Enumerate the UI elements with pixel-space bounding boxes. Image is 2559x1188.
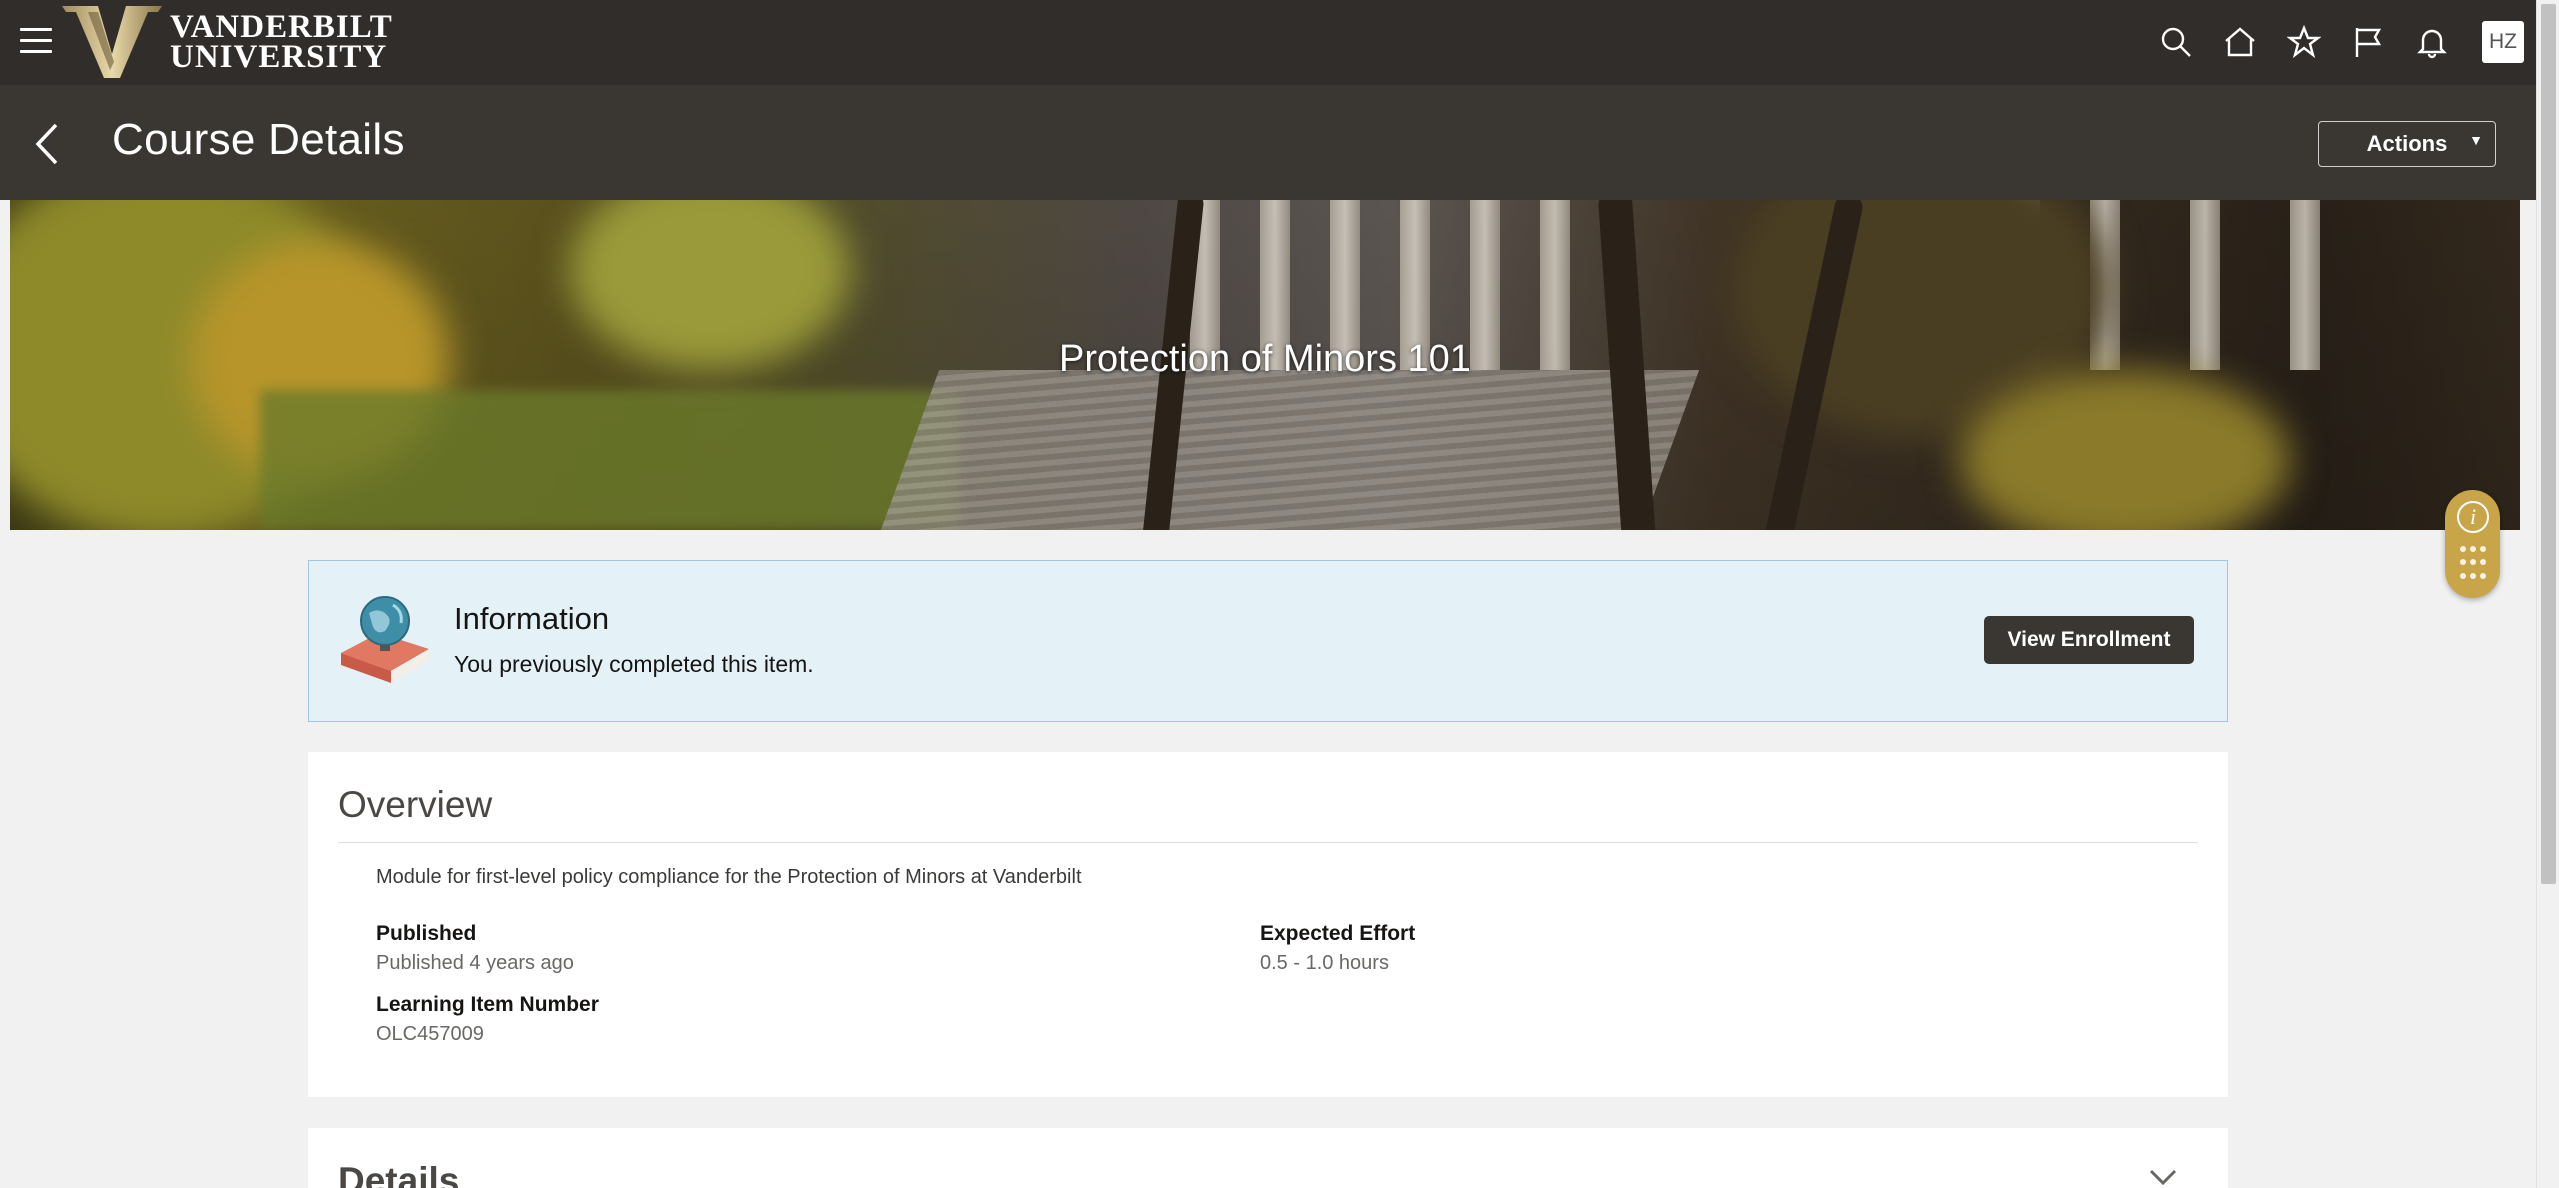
- info-icon[interactable]: i: [2457, 501, 2489, 533]
- search-icon[interactable]: [2154, 20, 2198, 64]
- details-section[interactable]: Details: [308, 1128, 2228, 1188]
- course-description: Module for first-level policy compliance…: [376, 866, 1082, 888]
- information-banner: Information You previously completed thi…: [308, 560, 2228, 722]
- view-enrollment-button[interactable]: View Enrollment: [1984, 616, 2194, 664]
- lawn-shape: [260, 390, 960, 530]
- grid-dots-icon[interactable]: [2460, 546, 2486, 582]
- user-avatar[interactable]: HZ: [2482, 21, 2524, 63]
- vanderbilt-logo[interactable]: VANDERBILT UNIVERSITY: [62, 4, 393, 80]
- expected-effort-value: 0.5 - 1.0 hours: [1260, 952, 1389, 974]
- published-value: Published 4 years ago: [376, 952, 574, 974]
- global-header: VANDERBILT UNIVERSITY HZ: [0, 0, 2536, 85]
- vanderbilt-v-icon: [62, 6, 162, 78]
- actions-label: Actions: [2366, 131, 2448, 156]
- steps-shape: [880, 370, 1700, 530]
- help-widget[interactable]: i: [2445, 490, 2500, 598]
- course-banner-image: Protection of Minors 101: [10, 200, 2520, 530]
- chevron-down-icon[interactable]: [2148, 1168, 2178, 1188]
- back-arrow-icon[interactable]: [26, 119, 66, 169]
- star-icon[interactable]: [2282, 20, 2326, 64]
- overview-title: Overview: [338, 784, 493, 825]
- divider: [338, 842, 2198, 843]
- logo-text: VANDERBILT UNIVERSITY: [170, 9, 393, 75]
- hamburger-menu-icon[interactable]: [20, 28, 52, 54]
- bell-icon[interactable]: [2410, 20, 2454, 64]
- course-title: Protection of Minors 101: [1059, 338, 1471, 380]
- page-scrollbar[interactable]: [2536, 0, 2559, 1188]
- published-field: Published Published 4 years ago: [376, 922, 574, 975]
- flag-icon[interactable]: [2346, 20, 2390, 64]
- overview-section: Overview Module for first-level policy c…: [308, 752, 2228, 1097]
- caret-down-icon: ▼: [2469, 132, 2483, 148]
- published-label: Published: [376, 922, 477, 945]
- details-title: Details: [338, 1160, 460, 1188]
- home-icon[interactable]: [2218, 20, 2262, 64]
- learning-item-number-value: OLC457009: [376, 1023, 484, 1045]
- page-header: Course Details Actions ▼: [0, 85, 2536, 200]
- expected-effort-field: Expected Effort 0.5 - 1.0 hours: [1260, 922, 1415, 975]
- expected-effort-label: Expected Effort: [1260, 922, 1416, 945]
- book-globe-icon: [341, 596, 429, 683]
- page-title: Course Details: [112, 115, 405, 164]
- information-title: Information: [454, 601, 610, 636]
- learning-item-number-field: Learning Item Number OLC457009: [376, 993, 599, 1046]
- learning-item-number-label: Learning Item Number: [376, 993, 599, 1016]
- actions-menu-button[interactable]: Actions ▼: [2318, 121, 2496, 167]
- information-message: You previously completed this item.: [454, 651, 814, 677]
- scrollbar-thumb[interactable]: [2541, 4, 2556, 884]
